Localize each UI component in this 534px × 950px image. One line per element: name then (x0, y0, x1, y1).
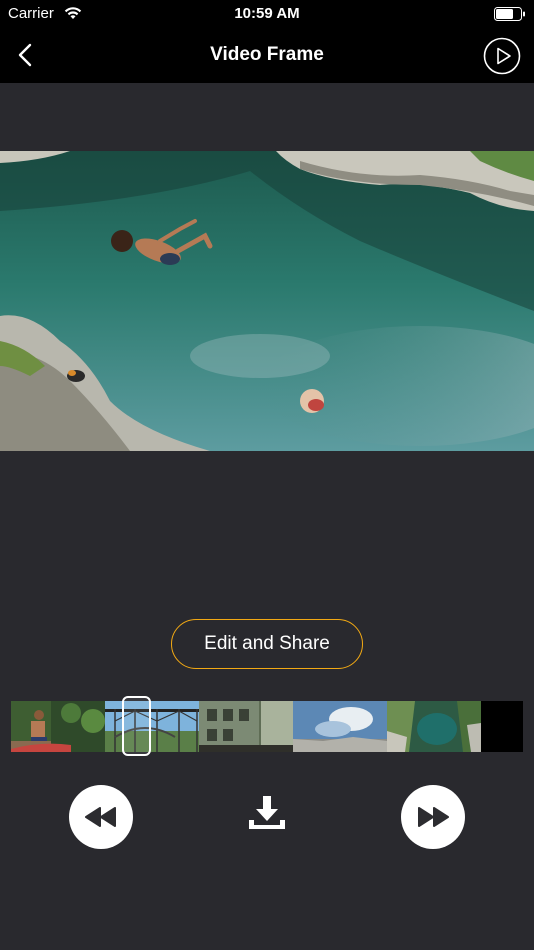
play-button[interactable] (483, 37, 521, 75)
filmstrip-end (481, 701, 523, 752)
filmstrip-thumbnail[interactable] (199, 701, 293, 752)
page-title: Video Frame (210, 44, 324, 65)
fast-forward-button[interactable] (401, 785, 465, 849)
status-bar: Carrier 10:59 AM (0, 0, 534, 28)
filmstrip-thumbnail[interactable] (293, 701, 387, 752)
filmstrip-thumbnail[interactable] (11, 701, 105, 752)
video-frame-image (0, 151, 534, 451)
rewind-button[interactable] (69, 785, 133, 849)
battery-icon (494, 7, 526, 21)
download-icon (249, 796, 285, 829)
filmstrip[interactable] (11, 701, 523, 752)
navigation-bar: Video Frame (0, 28, 534, 83)
rewind-icon (85, 807, 116, 827)
edit-and-share-button[interactable]: Edit and Share (171, 619, 363, 669)
fast-forward-icon (418, 807, 449, 827)
status-time: 10:59 AM (234, 5, 300, 22)
filmstrip-thumbnail[interactable] (105, 701, 199, 752)
play-circle-icon (483, 37, 521, 75)
filmstrip-thumbnail[interactable] (387, 701, 481, 752)
filmstrip-scrubber-handle[interactable] (122, 696, 151, 756)
download-button[interactable] (248, 794, 286, 832)
